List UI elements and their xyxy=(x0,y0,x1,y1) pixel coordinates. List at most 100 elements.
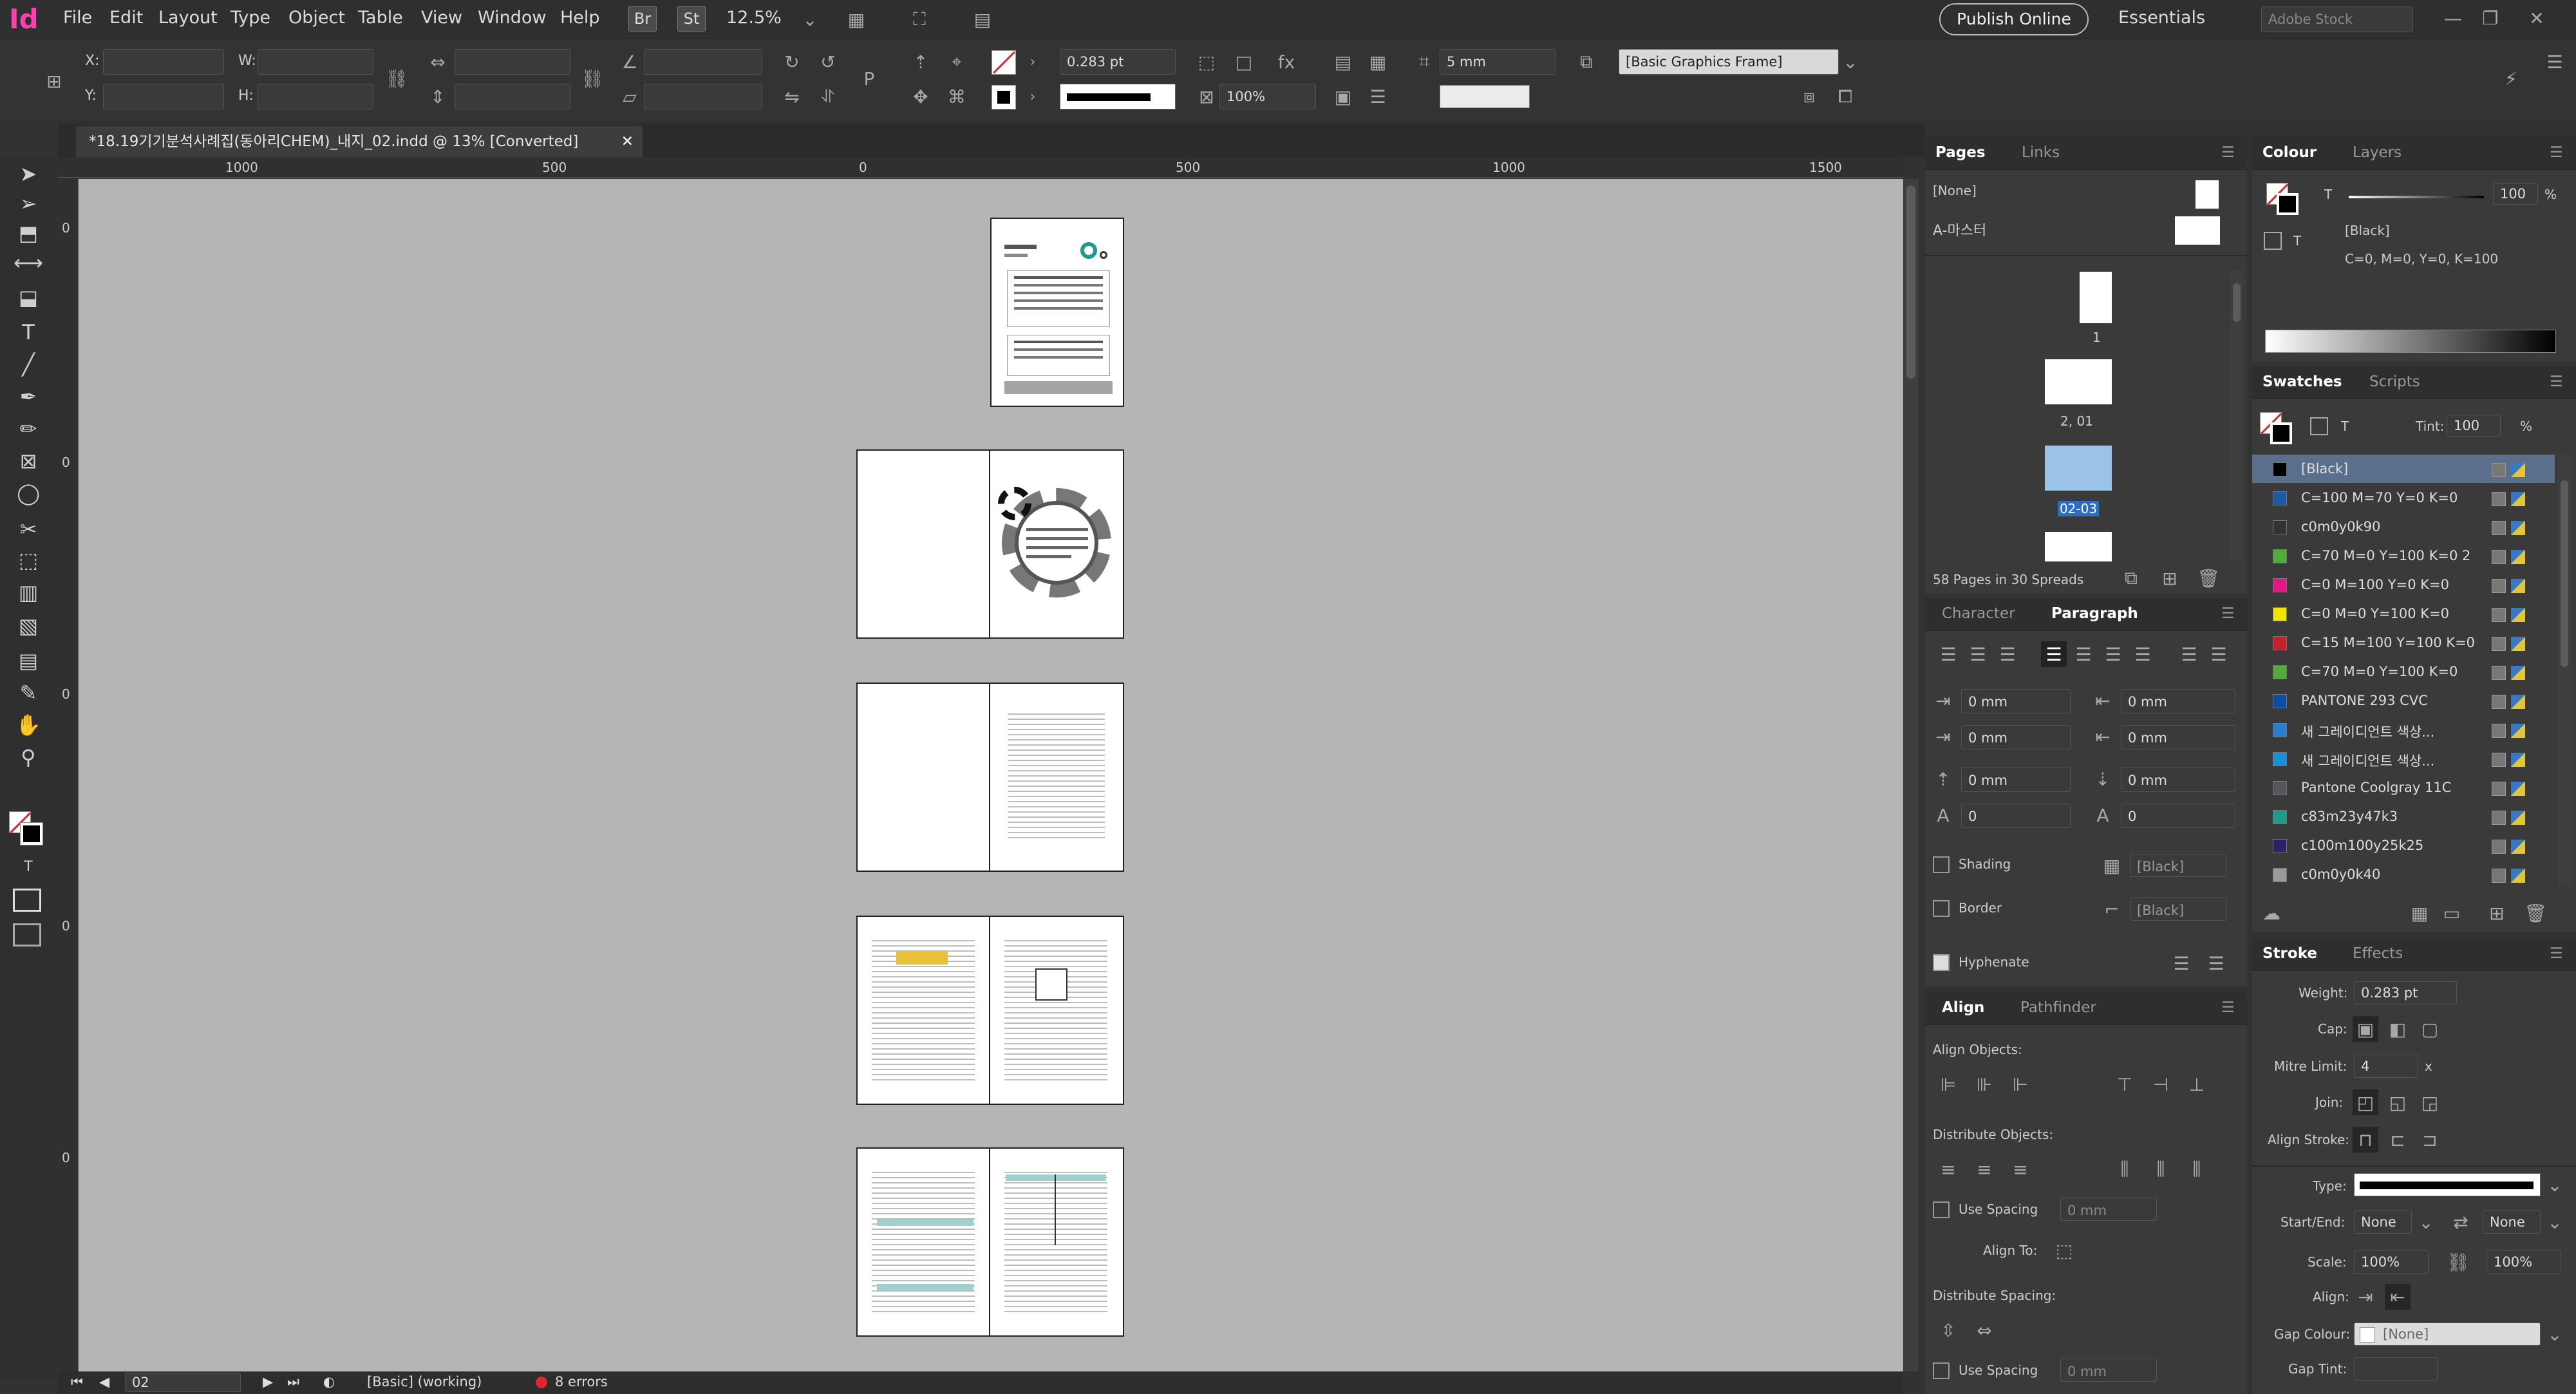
cc-libraries-icon[interactable]: ☁ xyxy=(2259,900,2284,926)
line-tool-icon[interactable]: ╱ xyxy=(14,350,42,379)
swatch-row[interactable]: C=0 M=0 Y=100 K=0 xyxy=(2252,599,2555,628)
round-join-icon[interactable]: ◱ xyxy=(2385,1089,2411,1115)
arrange-documents-icon[interactable]: ▤ xyxy=(970,6,995,32)
tint-field[interactable]: 100 xyxy=(2447,415,2501,437)
colour-ramp[interactable] xyxy=(2265,330,2556,353)
arrow-tip-end-icon[interactable]: ⇤ xyxy=(2385,1284,2411,1310)
gap-colour-select[interactable]: [None] xyxy=(2354,1323,2541,1346)
page-text-2[interactable] xyxy=(856,916,990,1105)
quick-apply-icon[interactable]: ⚡ xyxy=(2498,66,2524,91)
scrollbar-thumb[interactable] xyxy=(2233,283,2241,322)
delete-page-icon[interactable]: 🗑 xyxy=(2195,565,2221,591)
swatch-row[interactable]: C=0 M=100 Y=0 K=0 xyxy=(2252,570,2555,599)
note-tool-icon[interactable]: ▤ xyxy=(14,646,42,675)
constrain-proportions-icon[interactable]: ⛓ xyxy=(384,66,409,91)
menu-help[interactable]: Help xyxy=(560,8,600,28)
menu-window[interactable]: Window xyxy=(478,8,546,28)
show-all-swatches-icon[interactable]: ▦ xyxy=(2407,900,2432,926)
object-style-icon[interactable]: ⧉ xyxy=(1574,49,1599,75)
page-thumb-1[interactable] xyxy=(2080,272,2112,323)
type-tool-icon[interactable]: T xyxy=(14,318,42,346)
panel-menu-icon[interactable]: ☰ xyxy=(2221,605,2235,622)
swatch-row[interactable]: c83m23y47k3 xyxy=(2252,802,2555,831)
mitre-limit-field[interactable]: 4 xyxy=(2354,1055,2418,1078)
rotate-ccw-icon[interactable]: ↺ xyxy=(815,49,841,75)
screen-mode-icon[interactable]: ⛶ xyxy=(907,6,932,32)
y-field[interactable] xyxy=(103,84,224,109)
select-previous-icon[interactable]: ✥ xyxy=(908,84,934,109)
stroke-black-swatch[interactable] xyxy=(992,85,1016,109)
vertical-ruler[interactable]: 0 0 0 0 0 xyxy=(58,178,79,1371)
swatches-scrollbar[interactable] xyxy=(2557,455,2571,886)
path-text-icon[interactable]: P xyxy=(856,66,882,91)
horizontal-ruler[interactable]: 1000 500 0 500 1000 1500 xyxy=(58,157,1903,178)
chevron-down-icon[interactable]: ⌄ xyxy=(2542,1321,2568,1347)
align-stroke-center-icon[interactable]: ⊓ xyxy=(2353,1127,2378,1153)
stroke-type-select[interactable] xyxy=(1060,84,1176,109)
menu-type[interactable]: Type xyxy=(230,8,270,28)
stock-button[interactable]: St xyxy=(677,6,706,32)
swatch-row[interactable]: C=70 M=0 Y=100 K=0 xyxy=(2252,657,2555,686)
content-collector-icon[interactable]: ⬓ xyxy=(14,283,42,312)
page-gear-divider[interactable] xyxy=(989,449,1124,639)
container-icon[interactable] xyxy=(2310,417,2328,435)
bridge-button[interactable]: Br xyxy=(628,6,657,32)
space-before-field[interactable]: 0 mm xyxy=(1961,768,2071,792)
scrollbar-thumb[interactable] xyxy=(2561,480,2568,667)
first-page-icon[interactable]: ⏮ xyxy=(71,1374,83,1390)
swatch-row[interactable]: C=70 M=0 Y=100 K=0 2 xyxy=(2252,542,2555,570)
menu-view[interactable]: View xyxy=(421,8,462,28)
page-tool-icon[interactable]: ⬒ xyxy=(14,219,42,247)
shading-checkbox[interactable] xyxy=(1933,856,1950,873)
justify-left-icon[interactable]: ☰ xyxy=(2041,641,2067,667)
view-mode-icon[interactable] xyxy=(13,889,41,912)
mitre-join-icon[interactable]: ◰ xyxy=(2353,1089,2378,1115)
ellipse-tool-icon[interactable]: ◯ xyxy=(14,479,42,507)
distribute-h-center-icon[interactable]: ⫼ xyxy=(2148,1156,2174,1182)
pen-tool-icon[interactable]: ✒ xyxy=(14,382,42,411)
menu-object[interactable]: Object xyxy=(288,8,345,28)
end-select[interactable]: None xyxy=(2483,1210,2541,1234)
align-v-centers-icon[interactable]: ⊣ xyxy=(2148,1071,2174,1097)
use-spacing-field-2[interactable]: 0 mm xyxy=(2060,1359,2157,1382)
first-line-indent-field[interactable]: 0 mm xyxy=(1961,725,2071,749)
page-cover[interactable] xyxy=(990,218,1124,407)
panel-menu-icon[interactable]: ☰ xyxy=(2221,999,2235,1016)
align-stroke-inside-icon[interactable]: ⊏ xyxy=(2385,1127,2411,1153)
last-page-icon[interactable]: ⏭ xyxy=(287,1374,299,1390)
align-baseline-icon[interactable]: ☰ xyxy=(2168,950,2194,976)
tab-pages[interactable]: Pages xyxy=(1935,144,1986,161)
document-tab[interactable]: *18.19기기분석사례집(동아리CHEM)_내지_02.indd @ 13% … xyxy=(76,126,643,157)
justify-center-icon[interactable]: ☰ xyxy=(2071,641,2096,667)
flip-vertical-icon[interactable]: ⥯ xyxy=(815,84,841,109)
swatch-row[interactable]: c0m0y0k40 xyxy=(2252,860,2555,889)
round-cap-icon[interactable]: ◧ xyxy=(2385,1016,2411,1042)
last-line-indent-field[interactable]: 0 mm xyxy=(2121,725,2235,749)
tab-stroke[interactable]: Stroke xyxy=(2262,945,2317,962)
tab-links[interactable]: Links xyxy=(2022,144,2060,161)
page-blank-left[interactable] xyxy=(856,449,990,639)
preflight-profile[interactable]: [Basic] (working) xyxy=(367,1374,482,1389)
shading-colour[interactable]: [Black] xyxy=(2130,854,2226,877)
panel-menu-icon[interactable]: ☰ xyxy=(2550,373,2563,390)
panel-menu-icon[interactable]: ☰ xyxy=(2542,49,2568,75)
menu-layout[interactable]: Layout xyxy=(158,8,218,28)
swatch-row[interactable]: 새 그레이디언트 색상... xyxy=(2252,715,2555,744)
distribute-right-icon[interactable]: ⫼ xyxy=(2184,1156,2210,1182)
zoom-level[interactable]: 12.5% xyxy=(726,8,782,28)
swap-start-end-icon[interactable]: ⇄ xyxy=(2448,1209,2474,1235)
panel-menu-icon[interactable]: ☰ xyxy=(2550,945,2563,962)
none-master-thumb[interactable] xyxy=(2195,180,2219,209)
swatch-row[interactable]: 새 그레이디언트 색상... xyxy=(2252,744,2555,773)
tab-scripts[interactable]: Scripts xyxy=(2369,373,2420,390)
scissors-tool-icon[interactable]: ✂ xyxy=(14,515,42,543)
align-left-icon[interactable]: ☰ xyxy=(1935,641,1961,667)
scale-y-field[interactable] xyxy=(455,84,570,109)
gradient-swatch-tool-icon[interactable]: ▥ xyxy=(14,578,42,607)
page-number-field[interactable]: 02 xyxy=(125,1373,241,1392)
adobe-stock-search[interactable]: Adobe Stock xyxy=(2261,6,2413,32)
text-icon[interactable]: T xyxy=(2341,419,2349,434)
chevron-down-icon[interactable]: ⌄ xyxy=(1838,49,1863,75)
text-frame-columns-icon[interactable]: ▤ xyxy=(1330,49,1356,75)
canvas-scrollbar[interactable] xyxy=(1903,179,1919,1371)
